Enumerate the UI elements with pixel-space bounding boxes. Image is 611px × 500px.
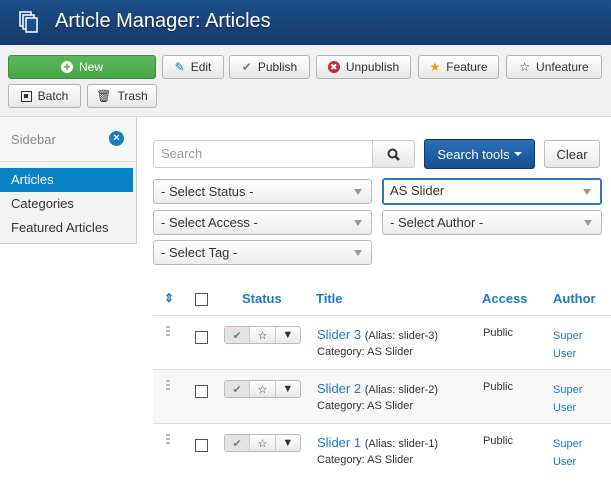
star-empty-icon: ☆ bbox=[519, 60, 531, 74]
plus-circle-icon: + bbox=[60, 61, 73, 73]
sidebar-item-categories[interactable]: Categories bbox=[0, 192, 133, 216]
table-row: ✔ ☆ ▼ Slider 1 (Alias: slider-1) Categor… bbox=[153, 423, 611, 477]
article-category: Category: AS Slider bbox=[317, 346, 413, 358]
column-header-access[interactable]: Access bbox=[482, 291, 528, 306]
check-icon: ✔ bbox=[241, 60, 252, 74]
unfeature-button[interactable]: ☆ Unfeature bbox=[506, 55, 602, 79]
category-filter[interactable]: AS Slider bbox=[382, 178, 602, 205]
status-filter[interactable]: - Select Status - bbox=[153, 179, 372, 204]
new-button[interactable]: + New bbox=[8, 55, 156, 79]
row-checkbox[interactable] bbox=[195, 385, 208, 398]
edit-icon: ✎ bbox=[174, 60, 185, 74]
tag-filter[interactable]: - Select Tag - bbox=[153, 240, 372, 265]
caret-down-icon bbox=[354, 220, 362, 226]
column-header-title[interactable]: Title bbox=[316, 291, 343, 306]
search-tools-button[interactable]: Search tools bbox=[424, 139, 535, 169]
times-circle-icon: ✖ bbox=[327, 61, 340, 73]
published-check-icon[interactable]: ✔ bbox=[225, 381, 251, 397]
article-title[interactable]: Slider 3 (Alias: slider-3) bbox=[317, 327, 438, 342]
article-title[interactable]: Slider 1 (Alias: slider-1) bbox=[317, 435, 438, 450]
status-button-group: ✔ ☆ ▼ bbox=[224, 380, 301, 398]
published-check-icon[interactable]: ✔ bbox=[225, 327, 251, 343]
select-all-checkbox[interactable] bbox=[195, 293, 208, 306]
trash-button[interactable]: 🗑 Trash bbox=[87, 84, 157, 108]
author-filter[interactable]: - Select Author - bbox=[382, 210, 602, 235]
sidebar-item-featured-articles[interactable]: Featured Articles bbox=[0, 216, 133, 240]
article-category: Category: AS Slider bbox=[317, 454, 413, 466]
sidebar-label: Sidebar bbox=[11, 132, 56, 147]
edit-button[interactable]: ✎ Edit bbox=[162, 55, 224, 79]
page-header: Article Manager: Articles bbox=[0, 0, 611, 45]
batch-button[interactable]: Batch bbox=[8, 84, 81, 108]
caret-down-icon bbox=[354, 189, 362, 195]
page-title: Article Manager: Articles bbox=[55, 10, 271, 32]
drag-handle-icon[interactable] bbox=[166, 380, 170, 392]
actions-caret-icon[interactable]: ▼ bbox=[276, 381, 300, 397]
sidebar-item-articles[interactable]: Articles bbox=[0, 168, 133, 192]
article-author[interactable]: Super User bbox=[553, 327, 593, 363]
sidebar: Sidebar × Articles Categories Featured A… bbox=[0, 117, 137, 244]
search-button[interactable] bbox=[372, 140, 415, 168]
close-icon[interactable]: × bbox=[109, 131, 124, 146]
status-button-group: ✔ ☆ ▼ bbox=[224, 326, 301, 344]
article-access: Public bbox=[483, 435, 513, 447]
sort-ordering-icon[interactable]: ⇕ bbox=[164, 291, 174, 305]
published-check-icon[interactable]: ✔ bbox=[225, 435, 251, 451]
checkbox-partial-icon bbox=[20, 90, 32, 102]
drag-handle-icon[interactable] bbox=[166, 434, 170, 446]
copy-icon bbox=[19, 11, 38, 33]
clear-button[interactable]: Clear bbox=[544, 140, 600, 168]
table-row: ✔ ☆ ▼ Slider 3 (Alias: slider-3) Categor… bbox=[153, 315, 611, 369]
article-author[interactable]: Super User bbox=[553, 381, 593, 417]
sidebar-header: Sidebar × bbox=[0, 117, 136, 162]
access-filter[interactable]: - Select Access - bbox=[153, 210, 372, 235]
column-header-status[interactable]: Status bbox=[242, 291, 282, 306]
unpublish-button[interactable]: ✖ Unpublish bbox=[316, 55, 411, 79]
star-icon: ★ bbox=[429, 60, 441, 74]
actions-caret-icon[interactable]: ▼ bbox=[276, 435, 300, 451]
article-access: Public bbox=[483, 327, 513, 339]
featured-star-icon[interactable]: ☆ bbox=[250, 381, 276, 397]
feature-button[interactable]: ★ Feature bbox=[418, 55, 499, 79]
featured-star-icon[interactable]: ☆ bbox=[250, 327, 276, 343]
column-header-author[interactable]: Author bbox=[553, 291, 596, 306]
article-category: Category: AS Slider bbox=[317, 400, 413, 412]
drag-handle-icon[interactable] bbox=[166, 326, 170, 338]
row-checkbox[interactable] bbox=[195, 439, 208, 452]
table-row: ✔ ☆ ▼ Slider 2 (Alias: slider-2) Categor… bbox=[153, 369, 611, 423]
publish-button[interactable]: ✔ Publish bbox=[229, 55, 310, 79]
status-button-group: ✔ ☆ ▼ bbox=[224, 434, 301, 452]
caret-down-icon bbox=[583, 189, 591, 195]
toolbar: + New ✎ Edit ✔ Publish ✖ Unpublish ★ Fea… bbox=[0, 45, 611, 117]
actions-caret-icon[interactable]: ▼ bbox=[276, 327, 300, 343]
article-author[interactable]: Super User bbox=[553, 435, 593, 471]
caret-down-icon bbox=[354, 250, 362, 256]
search-input[interactable]: Search bbox=[153, 140, 373, 168]
article-title[interactable]: Slider 2 (Alias: slider-2) bbox=[317, 381, 438, 396]
article-access: Public bbox=[483, 381, 513, 393]
row-checkbox[interactable] bbox=[195, 331, 208, 344]
search-icon bbox=[387, 148, 400, 161]
featured-star-icon[interactable]: ☆ bbox=[250, 435, 276, 451]
caret-down-icon bbox=[584, 220, 592, 226]
trash-icon: 🗑 bbox=[96, 89, 112, 103]
caret-down-icon bbox=[513, 152, 522, 156]
